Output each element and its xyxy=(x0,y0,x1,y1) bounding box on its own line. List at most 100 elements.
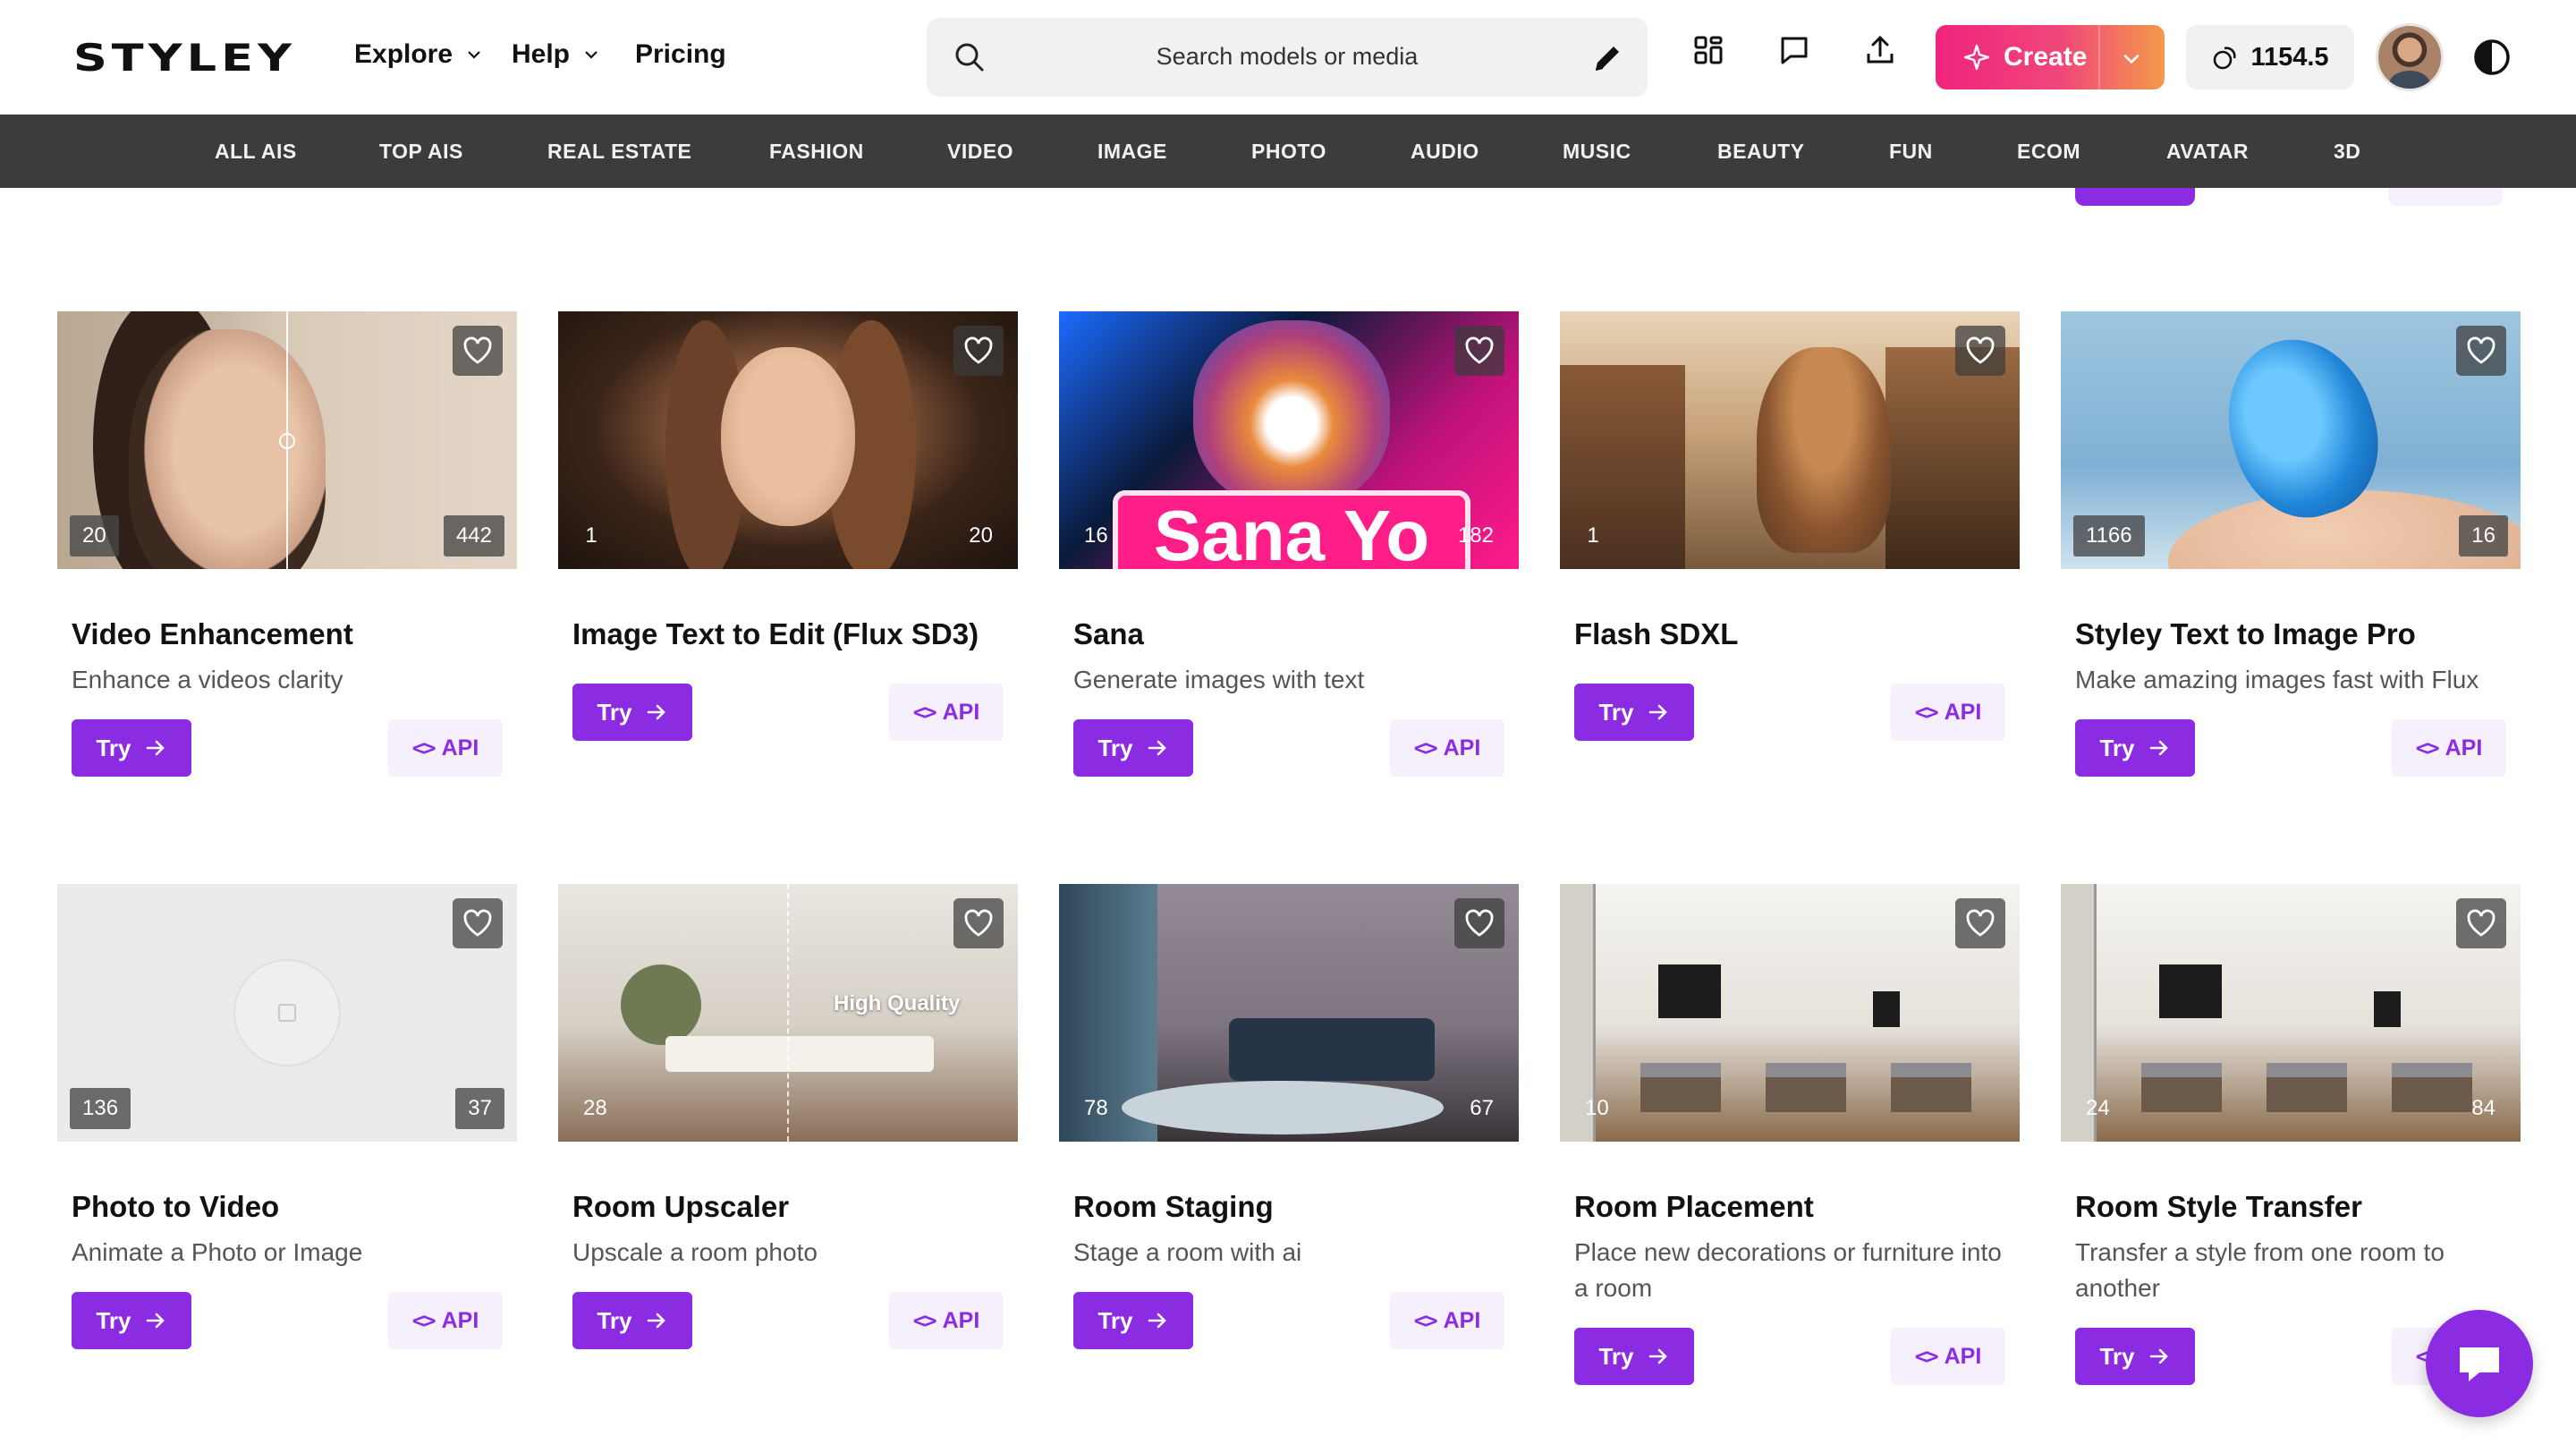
compare-handle[interactable] xyxy=(279,433,295,449)
code-icon: <> xyxy=(1914,1344,1939,1369)
try-button[interactable]: Try xyxy=(1073,719,1193,777)
nav-explore[interactable]: Explore xyxy=(354,39,483,70)
nav-help[interactable]: Help xyxy=(512,39,600,70)
code-icon: <> xyxy=(912,1308,937,1333)
try-button[interactable]: Try xyxy=(1574,1328,1694,1385)
user-avatar[interactable] xyxy=(2376,23,2444,91)
api-button[interactable] xyxy=(2388,188,2503,206)
category-all-ais[interactable]: ALL AIS xyxy=(215,140,297,164)
favorite-heart-icon[interactable] xyxy=(1454,898,1504,948)
try-button[interactable]: Try xyxy=(72,1292,191,1349)
arrow-right-icon xyxy=(1648,704,1667,720)
card-thumbnail[interactable]: 78 67 xyxy=(1059,884,1519,1142)
chat-icon[interactable] xyxy=(1775,30,1814,70)
favorite-heart-icon[interactable] xyxy=(953,326,1004,376)
try-button[interactable]: Try xyxy=(2075,1328,2195,1385)
create-button[interactable]: Create xyxy=(1936,25,2165,89)
try-label: Try xyxy=(1097,1306,1133,1334)
api-label: API xyxy=(1944,1343,1982,1369)
code-icon: <> xyxy=(1413,1308,1438,1333)
card-thumbnail[interactable]: Sana Yo 16 182 xyxy=(1059,311,1519,569)
card-thumbnail[interactable]: 1166 16 xyxy=(2061,311,2521,569)
left-count-badge: 20 xyxy=(70,515,119,557)
try-button[interactable]: Try xyxy=(1574,684,1694,741)
category-3d[interactable]: 3D xyxy=(2334,140,2360,164)
search-bar[interactable]: Search models or media xyxy=(927,18,1648,97)
pencil-icon[interactable] xyxy=(1590,41,1624,75)
favorite-heart-icon[interactable] xyxy=(1955,326,2005,376)
category-fun[interactable]: FUN xyxy=(1889,140,1933,164)
left-count-badge: 1 xyxy=(585,523,597,548)
card-title[interactable]: Room Style Transfer xyxy=(2075,1190,2362,1224)
card-title[interactable]: Sana xyxy=(1073,617,1144,651)
card-title[interactable]: Room Placement xyxy=(1574,1190,1814,1224)
card-description: Stage a room with ai xyxy=(1073,1238,1302,1266)
card-thumbnail[interactable]: 20 442 xyxy=(57,311,517,569)
favorite-heart-icon[interactable] xyxy=(2456,326,2506,376)
nav-help-label: Help xyxy=(512,39,571,69)
api-button[interactable]: <>API xyxy=(2392,719,2506,777)
category-audio[interactable]: AUDIO xyxy=(1411,140,1479,164)
api-button[interactable]: <>API xyxy=(388,1292,503,1349)
try-button[interactable]: Try xyxy=(572,684,692,741)
category-beauty[interactable]: BEAUTY xyxy=(1717,140,1805,164)
try-button[interactable]: Try xyxy=(72,719,191,777)
api-label: API xyxy=(1443,1307,1481,1333)
card-title[interactable]: Flash SDXL xyxy=(1574,617,1738,651)
category-real-estate[interactable]: REAL ESTATE xyxy=(547,140,691,164)
api-button[interactable]: <>API xyxy=(889,684,1004,741)
card-thumbnail[interactable]: 10 xyxy=(1560,884,2020,1142)
category-avatar[interactable]: AVATAR xyxy=(2166,140,2249,164)
category-photo[interactable]: PHOTO xyxy=(1251,140,1326,164)
card-thumbnail[interactable]: 24 84 xyxy=(2061,884,2521,1142)
nav-pricing[interactable]: Pricing xyxy=(635,39,726,70)
arrow-right-icon xyxy=(647,1313,665,1329)
card-thumbnail[interactable]: High Quality 28 xyxy=(558,884,1018,1142)
favorite-heart-icon[interactable] xyxy=(953,898,1004,948)
favorite-heart-icon[interactable] xyxy=(1955,898,2005,948)
card-title[interactable]: Room Upscaler xyxy=(572,1190,789,1224)
try-button[interactable]: Try xyxy=(1073,1292,1193,1349)
favorite-heart-icon[interactable] xyxy=(453,898,503,948)
card-thumbnail[interactable]: 1 20 xyxy=(558,311,1018,569)
card-title[interactable]: Image Text to Edit (Flux SD3) xyxy=(572,617,979,651)
chat-widget-button[interactable] xyxy=(2426,1310,2533,1417)
try-label: Try xyxy=(2099,734,2135,761)
api-button[interactable]: <>API xyxy=(1891,1328,2005,1385)
try-button[interactable] xyxy=(2075,188,2195,206)
left-count-badge: 10 xyxy=(1585,1096,1609,1120)
category-fashion[interactable]: FASHION xyxy=(769,140,864,164)
category-image[interactable]: IMAGE xyxy=(1097,140,1167,164)
card-title[interactable]: Styley Text to Image Pro xyxy=(2075,617,2416,651)
try-button[interactable]: Try xyxy=(572,1292,692,1349)
card-title[interactable]: Video Enhancement xyxy=(72,617,353,651)
chevron-down-icon[interactable] xyxy=(2122,48,2141,68)
api-button[interactable]: <>API xyxy=(1891,684,2005,741)
upload-icon[interactable] xyxy=(1860,30,1900,70)
card-title[interactable]: Room Staging xyxy=(1073,1190,1274,1224)
credits-balance[interactable]: 1154.5 xyxy=(2186,25,2354,89)
category-ecom[interactable]: ECOM xyxy=(2017,140,2080,164)
try-button[interactable]: Try xyxy=(2075,719,2195,777)
category-video[interactable]: VIDEO xyxy=(947,140,1013,164)
category-top-ais[interactable]: TOP AIS xyxy=(379,140,463,164)
api-button[interactable]: <>API xyxy=(1390,1292,1504,1349)
arrow-right-icon xyxy=(1148,1313,1166,1329)
card-title[interactable]: Photo to Video xyxy=(72,1190,279,1224)
card-description: Transfer a style from one room to anothe… xyxy=(2075,1238,2445,1302)
chevron-down-icon xyxy=(585,51,597,59)
grid-icon[interactable] xyxy=(1689,30,1728,70)
thumbnail-overlay-text: High Quality xyxy=(834,991,961,1015)
favorite-heart-icon[interactable] xyxy=(1454,326,1504,376)
api-button[interactable]: <>API xyxy=(889,1292,1004,1349)
card-thumbnail[interactable]: 136 37 xyxy=(57,884,517,1142)
api-button[interactable]: <>API xyxy=(1390,719,1504,777)
styley-logo[interactable]: STYLEY xyxy=(73,36,296,80)
favorite-heart-icon[interactable] xyxy=(453,326,503,376)
theme-toggle-icon[interactable] xyxy=(2472,38,2512,77)
favorite-heart-icon[interactable] xyxy=(2456,898,2506,948)
category-music[interactable]: MUSIC xyxy=(1563,140,1631,164)
card-thumbnail[interactable]: 1 xyxy=(1560,311,2020,569)
api-button[interactable]: <>API xyxy=(388,719,503,777)
search-input[interactable]: Search models or media xyxy=(927,43,1648,71)
